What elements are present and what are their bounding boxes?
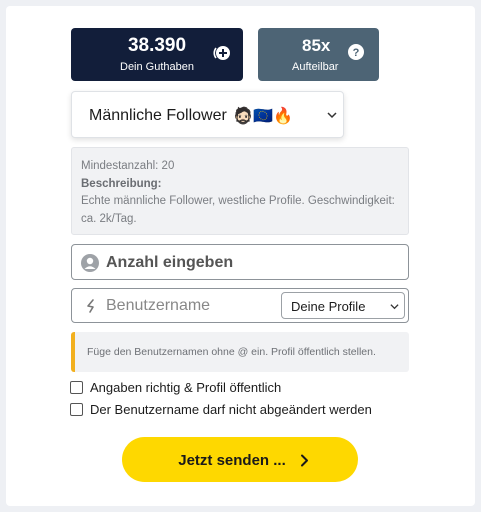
hint-text: Füge den Benutzernamen ohne @ ein. Profi… [87, 346, 376, 358]
balance-card: 38.390 Dein Guthaben [71, 28, 243, 81]
profile-select-label: Deine Profile [291, 299, 366, 314]
product-select[interactable]: Männliche Follower 🧔🏻🇪🇺🔥 [71, 91, 344, 138]
checkbox-row-public[interactable]: Angaben richtig & Profil öffentlich [70, 379, 281, 395]
split-card: 85x Aufteilbar ? [258, 28, 379, 81]
hint-box: Füge den Benutzernamen ohne @ ein. Profi… [71, 332, 409, 372]
min-amount: Mindestanzahl: 20 [81, 160, 175, 172]
user-icon [81, 254, 99, 272]
chevron-down-icon [327, 112, 337, 119]
checkbox-public[interactable] [70, 380, 83, 394]
profile-select[interactable]: Deine Profile [281, 292, 405, 319]
checkbox-public-label: Angaben richtig & Profil öffentlich [90, 379, 282, 395]
checkbox-username[interactable] [70, 402, 83, 416]
checkbox-username-label: Der Benutzername darf nicht abgeändert w… [90, 401, 372, 417]
description-label: Beschreibung: [81, 177, 162, 190]
chevron-right-icon [301, 454, 308, 467]
checkbox-row-username[interactable]: Der Benutzername darf nicht abgeändert w… [70, 401, 372, 417]
submit-label: Jetzt senden ... [178, 452, 286, 469]
description-box: Mindestanzahl: 20 Beschreibung: Echte mä… [71, 147, 409, 235]
quantity-input[interactable] [106, 251, 396, 275]
description-text: Echte männliche Follower, westliche Prof… [81, 195, 395, 225]
split-amount: 85x [302, 36, 331, 55]
split-label: Aufteilbar [292, 61, 339, 73]
product-emoji: 🧔🏻🇪🇺🔥 [233, 108, 294, 125]
help-icon[interactable]: ? [348, 44, 364, 60]
svg-text:?: ? [353, 47, 360, 59]
username-field[interactable]: Deine Profile [71, 288, 409, 323]
at-icon [87, 299, 94, 313]
product-selected: Männliche Follower 🧔🏻🇪🇺🔥 [89, 107, 294, 125]
submit-button[interactable]: Jetzt senden ... [122, 437, 358, 482]
quantity-field[interactable] [71, 244, 409, 280]
username-input[interactable] [106, 294, 306, 318]
add-icon[interactable] [213, 44, 231, 62]
balance-label: Dein Guthaben [120, 61, 194, 73]
chevron-down-icon [390, 304, 399, 310]
